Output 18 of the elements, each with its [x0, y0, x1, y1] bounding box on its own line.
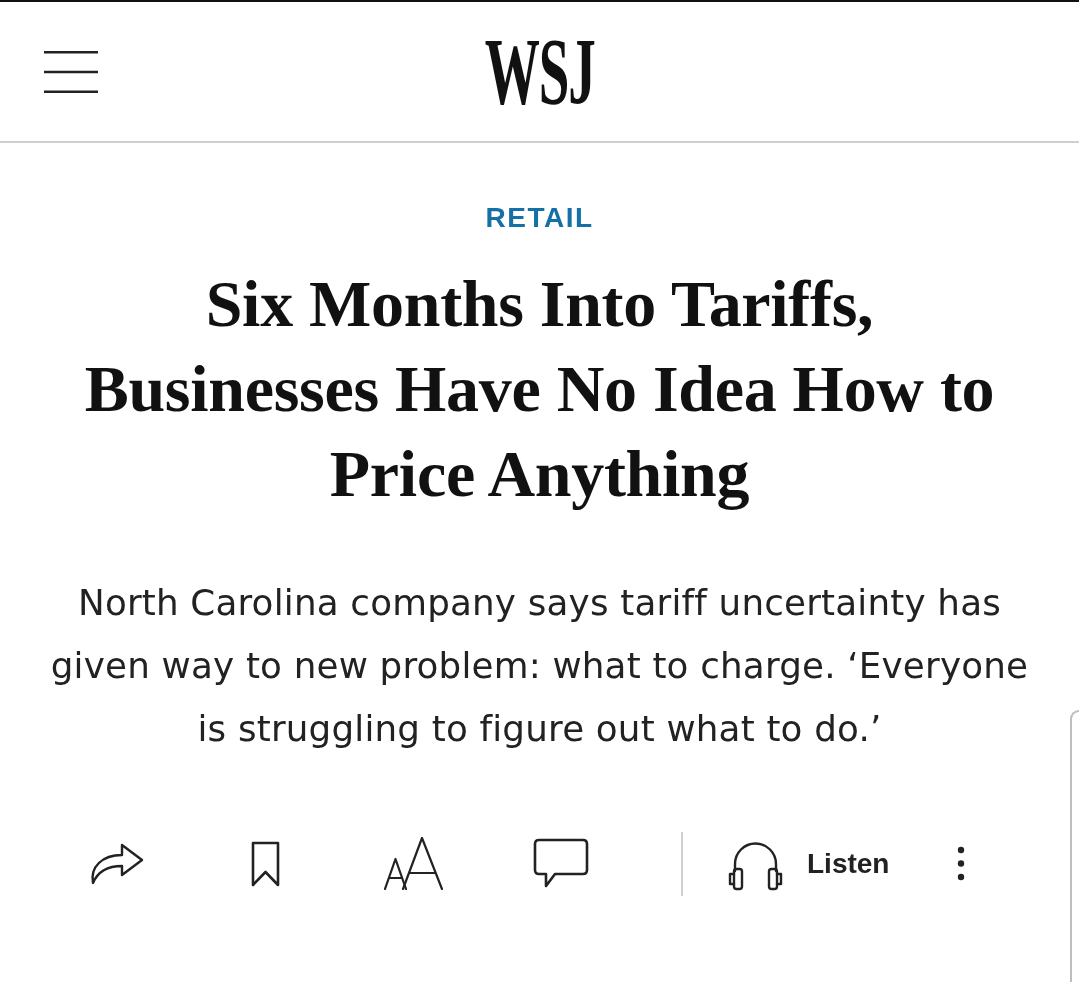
text-size-icon	[384, 837, 443, 891]
comment-icon	[533, 838, 589, 890]
menu-button[interactable]	[44, 50, 98, 93]
more-options-icon	[957, 846, 966, 882]
section-label[interactable]: RETAIL	[485, 201, 594, 235]
more-options-button[interactable]	[957, 846, 966, 882]
article-summary: North Carolina company says tariff uncertainty has given way to new problem: what to charge. ‘Everyone is struggling to figure out what to do.’	[49, 580, 1030, 751]
edge-panel-handle[interactable]	[1070, 710, 1079, 982]
share-button[interactable]	[88, 842, 144, 885]
bookmark-icon	[249, 839, 282, 888]
article-headline: Six Months Into Tariffs, Businesses Have No Idea How to Price Anything	[83, 265, 996, 512]
listen-button[interactable]: Listen	[728, 836, 890, 891]
share-icon	[88, 842, 144, 885]
bookmark-button[interactable]	[249, 839, 282, 888]
text-size-button[interactable]	[384, 837, 443, 891]
site-logo[interactable]: WSJ	[484, 25, 595, 120]
comments-button[interactable]	[533, 838, 589, 890]
menu-icon	[44, 50, 98, 93]
